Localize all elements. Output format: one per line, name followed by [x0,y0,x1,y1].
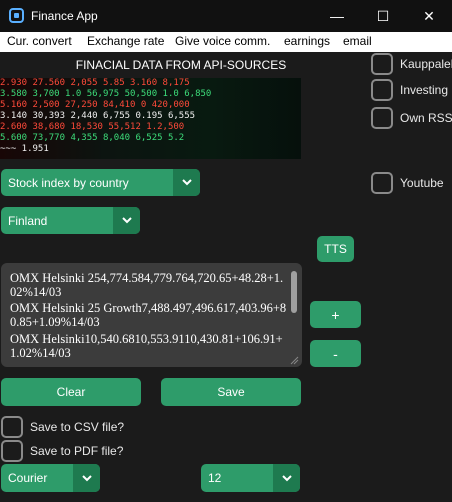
select-value: Stock index by country [8,175,129,190]
menu-item-exchange-rate[interactable]: Exchange rate [87,34,164,48]
textbox-line: OMX Helsinki 254,774.584,779.764,720.65+… [10,271,284,299]
stock-index-select[interactable]: Stock index by country [1,169,200,196]
page-title: FINACIAL DATA FROM API-SOURCES [75,58,287,72]
chevron-down-icon[interactable] [273,464,300,492]
minimize-button[interactable]: — [314,0,360,32]
chevron-down-icon[interactable] [73,464,100,492]
clear-button[interactable]: Clear [1,378,141,406]
textbox-scrollbar[interactable] [291,271,297,313]
maximize-button[interactable]: ☐ [360,0,406,32]
checkbox-investing[interactable]: Investing [371,79,448,101]
checkbox-box[interactable] [371,79,393,101]
close-button[interactable]: ✕ [406,0,452,32]
checkbox-label: Kauppalehti [400,57,452,71]
stock-data-textbox[interactable]: OMX Helsinki 254,774.584,779.764,720.65+… [1,263,302,367]
menu-item-voice-command[interactable]: Give voice comm. [175,34,270,48]
checkbox-box[interactable] [1,416,23,438]
chevron-down-icon[interactable] [113,207,140,234]
title-bar: Finance App — ☐ ✕ [0,0,452,32]
menu-item-earnings[interactable]: earnings [284,34,330,48]
checkbox-label: Own RSS [400,111,452,125]
banner-row: 3.580 3,700 1.0 56,975 50,500 1.0 6,850 [0,89,212,99]
chevron-down-icon[interactable] [173,169,200,196]
banner-row: 3.140 30,393 2,440 6,755 0.195 6,555 [0,111,196,121]
menu-bar: Cur. convert Exchange rate Give voice co… [0,32,452,52]
checkbox-youtube[interactable]: Youtube [371,172,444,194]
checkbox-own-rss[interactable]: Own RSS [371,107,452,129]
textbox-line: OMX Helsinki 25 Growth7,488.497,496.617,… [10,301,287,329]
select-value: 12 [208,471,222,485]
save-to-pdf-checkbox[interactable]: Save to PDF file? [1,440,123,462]
banner-row: 5.160 2,500 27,250 84,410 0 420,000 [0,100,190,110]
window-title: Finance App [31,9,98,23]
select-value: Finland [8,213,48,228]
save-to-csv-checkbox[interactable]: Save to CSV file? [1,416,124,438]
select-value: Courier [8,471,48,485]
checkbox-box[interactable] [371,172,393,194]
stock-ticker-banner-image: 2.930 27.560 2,055 5.85 3.160 8,175 3.58… [0,78,301,159]
menu-item-email[interactable]: email [343,34,372,48]
country-select[interactable]: Finland [1,207,140,234]
checkbox-box[interactable] [371,53,393,75]
app-window-icon [9,8,24,23]
checkbox-label: Save to PDF file? [30,444,124,458]
save-button[interactable]: Save [161,378,301,406]
increase-button[interactable]: + [310,301,361,328]
banner-row: 2.600 38,680 18,530 55,512 1.2,500 [0,122,185,132]
banner-row: 2.930 27.560 2,055 5.85 3.160 8,175 [0,78,190,88]
decrease-button[interactable]: - [310,340,361,367]
textbox-line: OMX Helsinki10,540.6810,553.9110,430.81+… [10,332,283,360]
font-family-select[interactable]: Courier [1,464,100,492]
checkbox-box[interactable] [1,440,23,462]
checkbox-label: Save to CSV file? [30,420,125,434]
banner-row: 5.600 73,770 4,355 8,040 6,525 5.2 [0,133,185,143]
checkbox-label: Youtube [400,176,444,190]
checkbox-label: Investing [400,83,449,97]
banner-row: ~~~ 1.951 [0,144,49,154]
tts-button[interactable]: TTS [317,236,354,262]
menu-item-currency-convert[interactable]: Cur. convert [7,34,72,48]
font-size-select[interactable]: 12 [201,464,300,492]
checkbox-kauppalehti[interactable]: Kauppalehti [371,53,452,75]
checkbox-box[interactable] [371,107,393,129]
resize-grip-icon[interactable] [289,355,299,365]
